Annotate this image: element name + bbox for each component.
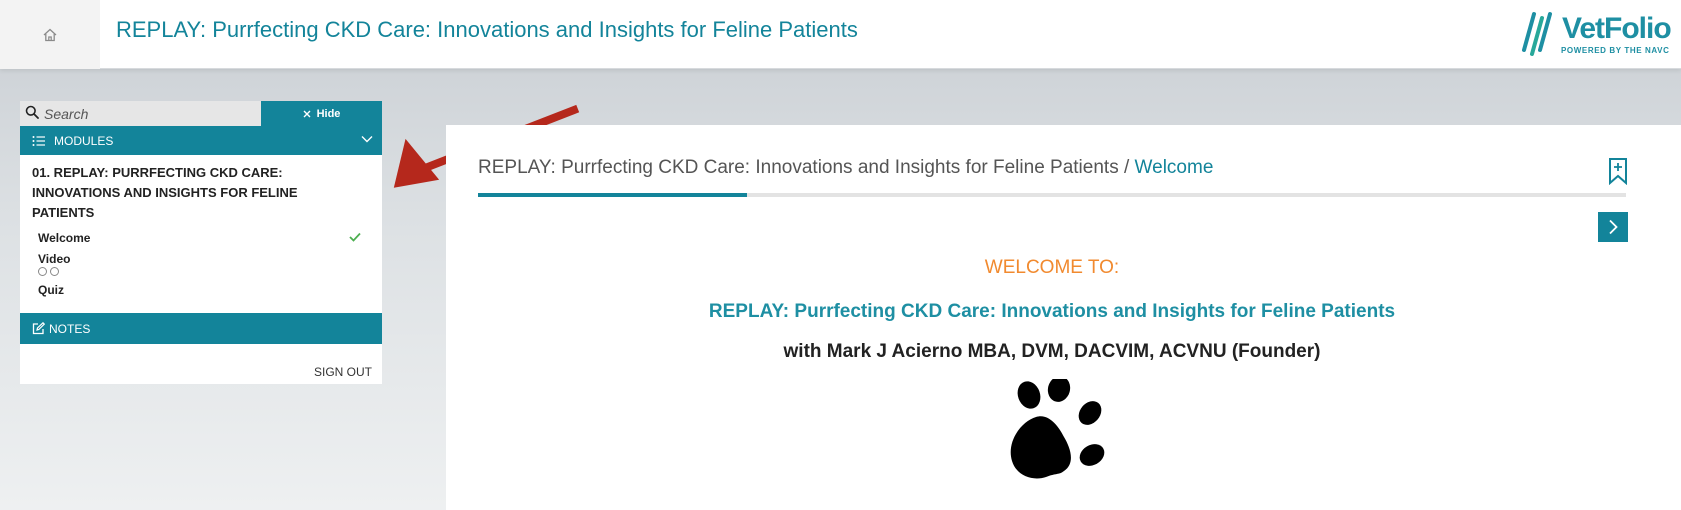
home-icon (43, 28, 57, 41)
search-box (20, 101, 261, 126)
progress-dot (50, 267, 59, 276)
edit-icon (32, 322, 45, 335)
checkmark-icon (349, 232, 361, 242)
close-icon (303, 110, 311, 117)
lesson-video[interactable]: Video (38, 252, 70, 266)
hide-label: Hide (316, 107, 341, 120)
modules-label: MODULES (54, 133, 114, 148)
logo-wordmark: VetFolio (1562, 12, 1672, 45)
hide-sidebar-button[interactable]: Hide (261, 101, 382, 126)
top-header: REPLAY: Purrfecting CKD Care: Innovation… (0, 0, 1681, 69)
vetfolio-logo-mark (1522, 12, 1552, 56)
breadcrumb-separator: / (1118, 157, 1135, 178)
notes-label: NOTES (49, 321, 91, 336)
welcome-heading: WELCOME TO: (984, 257, 1120, 278)
lesson-welcome[interactable]: Welcome (38, 231, 90, 245)
presenter-line: with Mark J Acierno MBA, DVM, DACVIM, AC… (783, 341, 1321, 362)
breadcrumb-course[interactable]: REPLAY: Purrfecting CKD Care: Innovation… (478, 157, 1119, 178)
lesson-content-panel: REPLAY: Purrfecting CKD Care: Innovation… (446, 125, 1681, 510)
chevron-right-icon (1609, 219, 1618, 235)
bookmark-add-icon[interactable] (1608, 157, 1628, 185)
logo-tagline: POWERED BY THE NAVC (1561, 46, 1670, 55)
search-row: Hide (20, 101, 382, 126)
chevron-down-icon (361, 136, 373, 143)
course-title: REPLAY: Purrfecting CKD Care: Innovation… (708, 301, 1396, 322)
modules-header[interactable]: MODULES (20, 126, 382, 155)
breadcrumb: REPLAY: Purrfecting CKD Care: Innovation… (478, 157, 1213, 179)
list-icon (32, 135, 45, 146)
vetfolio-logo[interactable]: VetFolio POWERED BY THE NAVC (1520, 10, 1675, 58)
module-title[interactable]: 01. REPLAY: PURRFECTING CKD CARE: INNOVA… (32, 163, 332, 223)
notes-header[interactable]: NOTES (20, 313, 382, 344)
course-header-title: REPLAY: Purrfecting CKD Care: Innovation… (116, 17, 858, 42)
lesson-progress-fill (478, 193, 747, 197)
search-input[interactable] (44, 104, 254, 124)
video-progress-dots (38, 267, 59, 276)
sign-out-link[interactable]: SIGN OUT (314, 365, 372, 379)
paw-print-icon (1010, 379, 1105, 479)
progress-dot (38, 267, 47, 276)
home-button[interactable] (0, 0, 100, 69)
search-icon (25, 105, 39, 119)
lesson-progress-bar (478, 193, 1626, 197)
next-page-button[interactable] (1598, 212, 1628, 242)
course-sidebar: Hide MODULES 01. REPLAY: PURRFECTING CKD… (20, 101, 382, 384)
lesson-quiz[interactable]: Quiz (38, 283, 64, 297)
breadcrumb-current: Welcome (1134, 157, 1214, 178)
